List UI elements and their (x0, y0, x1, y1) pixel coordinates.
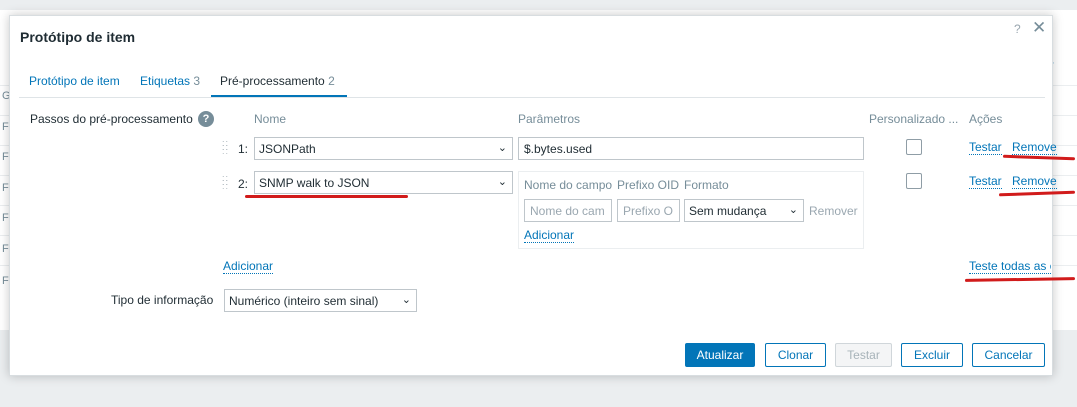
update-button[interactable]: Atualizar (685, 343, 755, 367)
chevron-down-icon: ⌄ (497, 142, 507, 154)
step-type-select[interactable]: JSONPath ⌄ (254, 137, 513, 160)
step-type-select[interactable]: SNMP walk to JSON ⌄ (254, 171, 513, 194)
tab-tags[interactable]: Etiquetas 3 (140, 74, 200, 88)
test-step-link[interactable]: Testar (969, 174, 1002, 189)
step-parameter-input[interactable]: $.bytes.used (518, 137, 864, 160)
custom-on-fail-checkbox[interactable] (906, 173, 922, 189)
add-param-row-link[interactable]: Adicionar (524, 228, 575, 243)
background-row-letter: F (2, 243, 9, 255)
active-tab-indicator (211, 95, 347, 97)
column-header-actions: Ações (969, 112, 1003, 126)
drag-handle-icon[interactable]: :::::: (222, 139, 230, 157)
info-type-value: Numérico (inteiro sem sinal) (229, 294, 379, 308)
column-header-custom: Personalizado ... (869, 112, 959, 126)
item-prototype-dialog: Protótipo de item ? ✕ Protótipo de item … (9, 15, 1057, 376)
info-type-label: Tipo de informação (111, 293, 214, 307)
oid-prefix-input[interactable]: Prefixo O (617, 199, 680, 222)
test-button: Testar (835, 343, 892, 367)
tab-bar: Protótipo de item Etiquetas 3 Pré-proces… (19, 66, 1045, 98)
cancel-button[interactable]: Cancelar (972, 343, 1045, 367)
param-header-oid-prefix: Prefixo OID (617, 178, 680, 192)
remove-param-row-link[interactable]: Remover (809, 204, 858, 218)
delete-button[interactable]: Excluir (901, 343, 963, 367)
help-icon[interactable]: ? (1014, 22, 1021, 36)
custom-on-fail-checkbox[interactable] (906, 139, 922, 155)
step-number: 1: (238, 142, 249, 156)
annotation-underline (245, 195, 408, 198)
clone-button[interactable]: Clonar (765, 343, 826, 367)
field-name-input[interactable]: Nome do cam (524, 199, 612, 222)
column-header-params: Parâmetros (518, 112, 581, 126)
remove-step-link[interactable]: Remove (1012, 174, 1057, 189)
background-row-letter: F (2, 121, 9, 133)
dialog-title: Protótipo de item (20, 29, 136, 45)
format-value: Sem mudança (689, 204, 767, 218)
step-number: 2: (238, 177, 249, 191)
test-step-link[interactable]: Testar (969, 140, 1002, 155)
column-header-name: Nome (254, 112, 287, 126)
tab-count: 3 (193, 74, 201, 88)
info-type-select[interactable]: Numérico (inteiro sem sinal) ⌄ (224, 289, 417, 312)
tab-preprocessing[interactable]: Pré-processamento 2 (220, 74, 335, 88)
test-all-steps-link[interactable]: Teste todas as e (969, 259, 1051, 274)
background-row-letter: F (2, 182, 9, 194)
param-header-field-name: Nome do campo (524, 178, 613, 192)
background-row-letter: F (2, 275, 9, 287)
drag-handle-icon[interactable]: :::::: (222, 174, 230, 192)
param-header-format: Formato (684, 178, 729, 192)
tab-count: 2 (328, 74, 335, 88)
chevron-down-icon: ⌄ (497, 176, 507, 188)
help-icon[interactable]: ? (198, 111, 214, 127)
background-row-letter: F (2, 151, 9, 163)
step-type-value: SNMP walk to JSON (259, 176, 370, 190)
format-select[interactable]: Sem mudança ⌄ (684, 199, 804, 222)
tab-item-prototype[interactable]: Protótipo de item (29, 74, 120, 88)
remove-step-link[interactable]: Remove (1012, 140, 1057, 155)
preprocessing-steps-label: Passos do pré-processamento (30, 112, 193, 126)
background-row-letter: F (2, 212, 9, 224)
chevron-down-icon: ⌄ (788, 204, 798, 216)
chevron-down-icon: ⌄ (401, 294, 411, 306)
add-step-link[interactable]: Adicionar (223, 259, 274, 274)
close-icon[interactable]: ✕ (1032, 18, 1046, 38)
step-type-value: JSONPath (259, 142, 316, 156)
